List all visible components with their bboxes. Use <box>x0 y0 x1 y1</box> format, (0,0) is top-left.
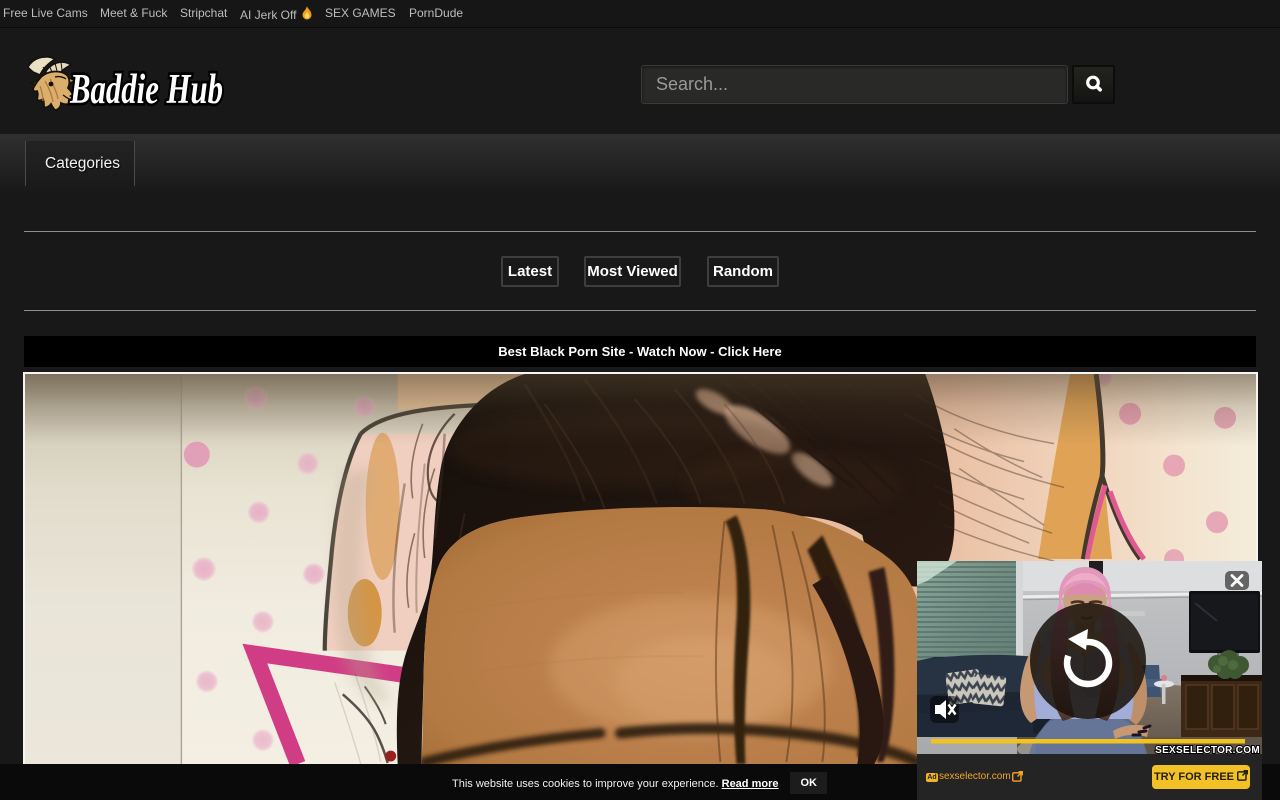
svg-text:SEXSELECTOR.COM: SEXSELECTOR.COM <box>1155 745 1260 754</box>
svg-text:Baddie Hub: Baddie Hub <box>69 67 223 113</box>
